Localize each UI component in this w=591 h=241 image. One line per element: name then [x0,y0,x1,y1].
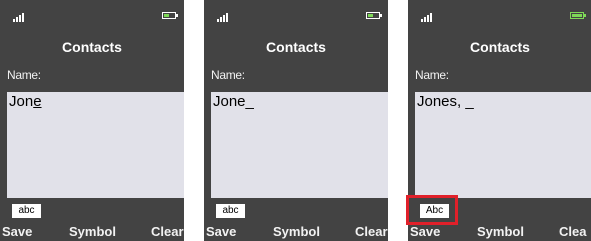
signal-bars-icon [421,10,437,22]
name-text-input[interactable]: Jone_ [211,92,388,198]
battery-icon [570,12,586,19]
save-softkey[interactable]: Save [2,224,32,239]
name-field-label: Name: [211,68,245,82]
symbol-softkey[interactable]: Symbol [273,224,320,239]
screen-title: Contacts [62,39,122,55]
screen-title: Contacts [266,39,326,55]
input-mode-indicator: abc [216,204,245,218]
phone-screen-2: Contacts Name: Jone_ abc Save Symbol Cle… [204,0,388,241]
input-mode-highlight-box [406,195,458,225]
clear-softkey[interactable]: Clear [151,224,184,239]
clear-softkey[interactable]: Clear [355,224,388,239]
typed-text: Jon [9,93,34,110]
signal-bars-icon [13,10,29,22]
name-field-label: Name: [415,68,449,82]
input-mode-indicator: abc [12,204,41,218]
battery-icon [366,12,382,19]
phone-screen-1: Contacts Name: Jone abc Save Symbol Clea… [0,0,184,241]
name-text-input[interactable]: Jone [7,92,184,198]
typed-text: Jone [213,93,246,110]
softkey-bar: Save Symbol Clea [408,223,591,241]
save-softkey[interactable]: Save [410,224,440,239]
softkey-bar: Save Symbol Clear [0,223,184,241]
text-cursor: _ [245,93,254,110]
battery-icon [162,12,178,19]
save-softkey[interactable]: Save [206,224,236,239]
screen-title: Contacts [470,39,530,55]
softkey-bar: Save Symbol Clear [204,223,388,241]
text-cursor: _ [465,93,474,110]
symbol-softkey[interactable]: Symbol [69,224,116,239]
clear-softkey[interactable]: Clea [559,224,586,239]
name-field-label: Name: [7,68,41,82]
typed-text: Jones, [417,93,466,110]
symbol-softkey[interactable]: Symbol [477,224,524,239]
text-cursor: e [33,93,42,110]
name-text-input[interactable]: Jones, _ [415,92,591,198]
signal-bars-icon [217,10,233,22]
